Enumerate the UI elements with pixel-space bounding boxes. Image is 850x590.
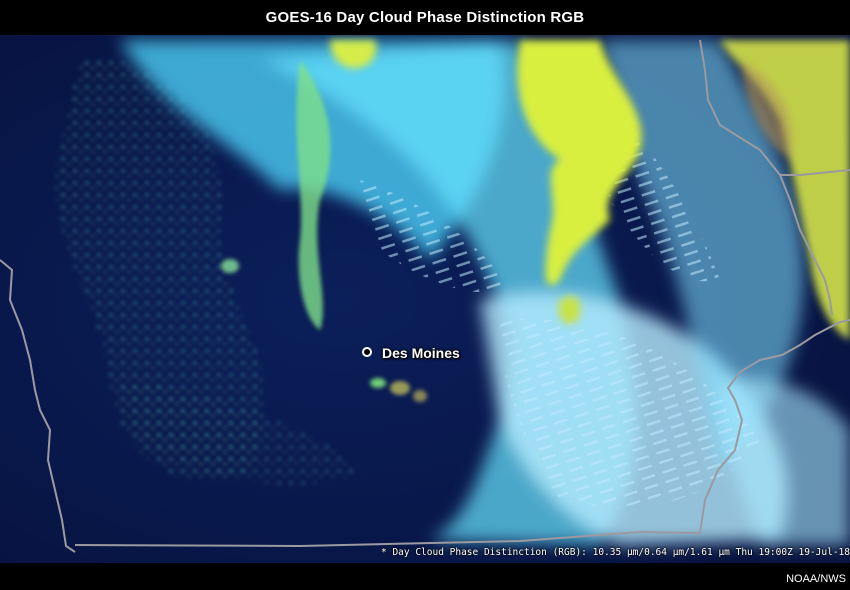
image-caption: * Day Cloud Phase Distinction (RGB): 10.… [381, 547, 850, 558]
title-bar: GOES-16 Day Cloud Phase Distinction RGB [0, 0, 850, 35]
satellite-image [0, 35, 850, 563]
satellite-imagery-svg [0, 35, 850, 563]
city-marker-icon [362, 347, 372, 357]
credit-label: NOAA/NWS [786, 573, 846, 585]
bottom-bar: NOAA/NWS [0, 563, 850, 590]
city-label: Des Moines [382, 345, 460, 361]
image-title: GOES-16 Day Cloud Phase Distinction RGB [265, 9, 585, 26]
